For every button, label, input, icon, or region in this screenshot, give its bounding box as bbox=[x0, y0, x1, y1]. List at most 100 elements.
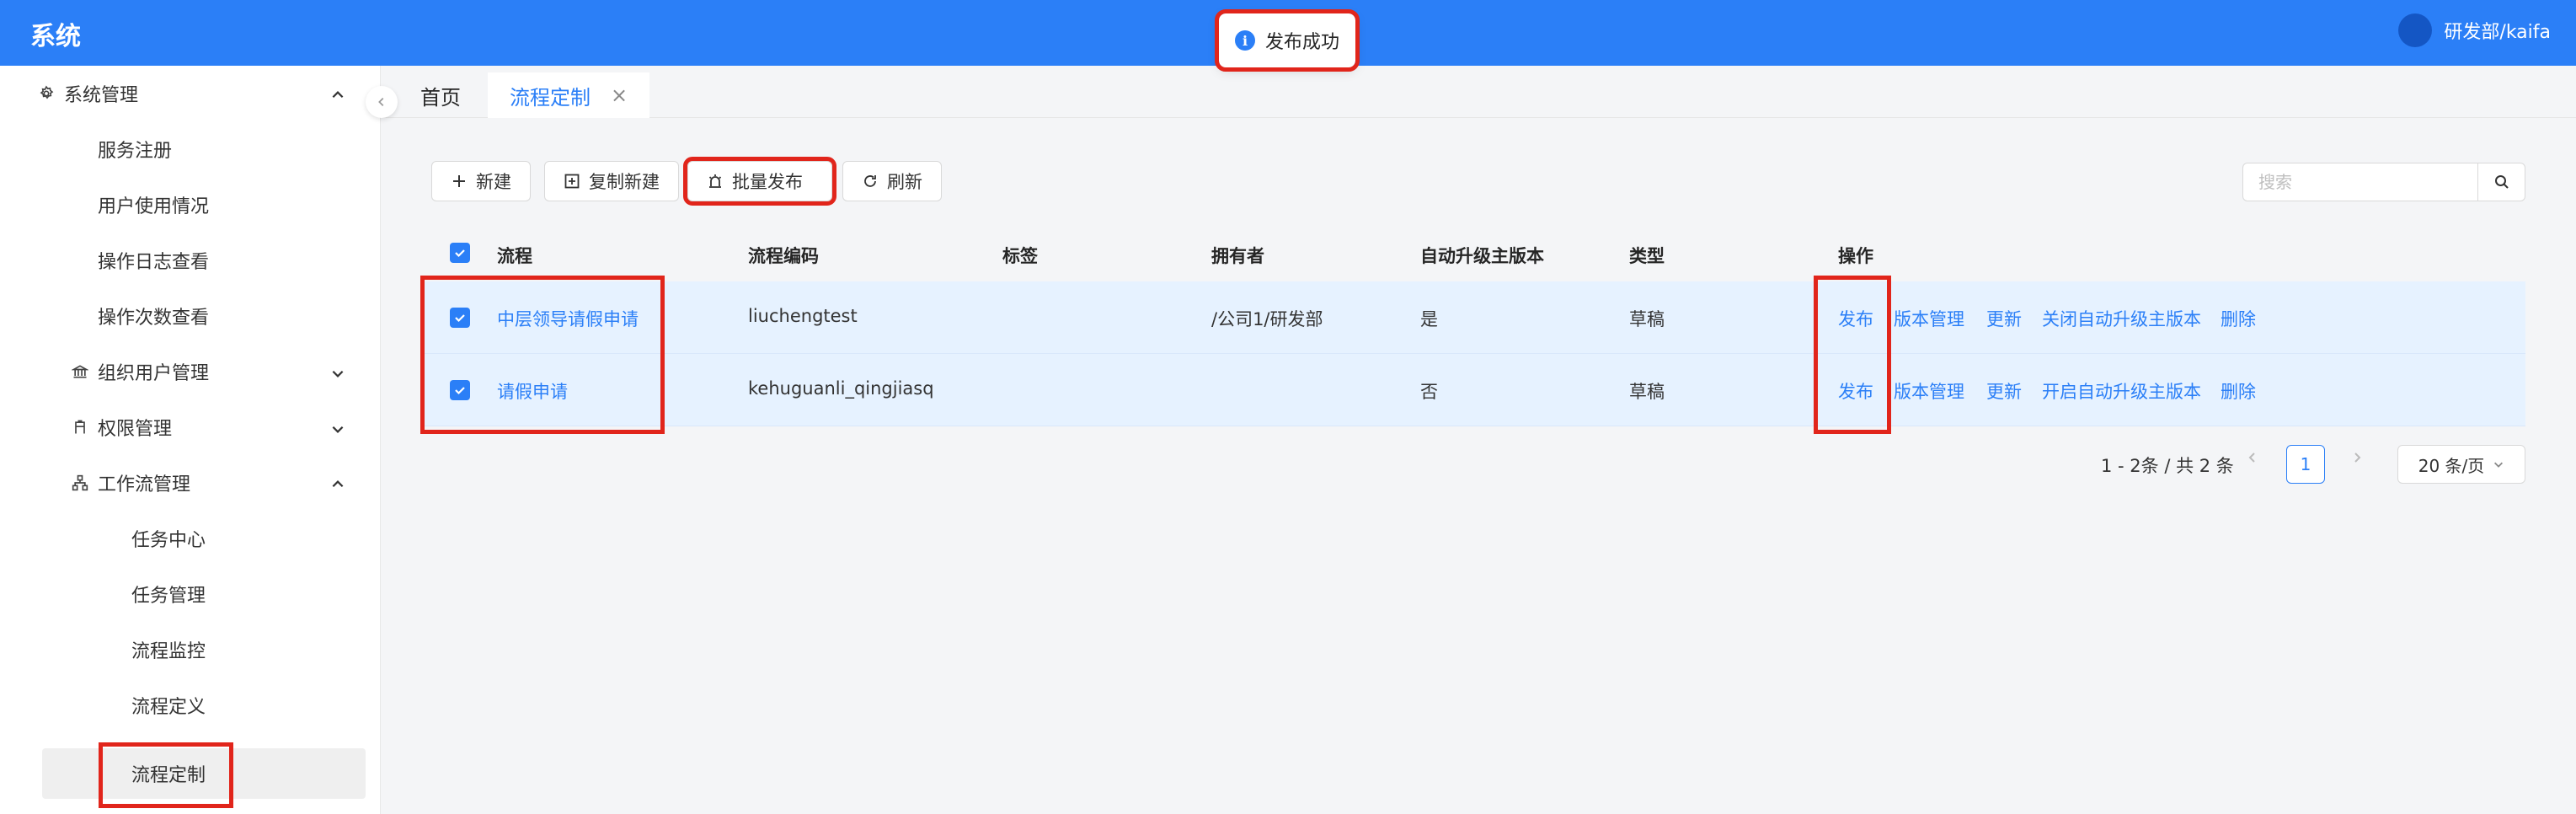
toggle-auto-upgrade-link[interactable]: 关闭自动升级主版本 bbox=[2042, 306, 2201, 331]
version-mgmt-link[interactable]: 版本管理 bbox=[1894, 306, 1964, 331]
page-1-button[interactable]: 1 bbox=[2286, 445, 2325, 484]
sidebar-item-flow-custom[interactable]: 流程定制 bbox=[42, 742, 366, 808]
collapse-sidebar-button[interactable] bbox=[366, 86, 398, 118]
search-box bbox=[2242, 163, 2525, 201]
flow-owner: /公司1/研发部 bbox=[1211, 309, 1323, 329]
col-owner: 拥有者 bbox=[1211, 246, 1264, 266]
next-page-button[interactable] bbox=[2350, 448, 2364, 469]
workflow-icon bbox=[71, 474, 89, 492]
tab-label: 首页 bbox=[420, 85, 461, 110]
table-row[interactable]: 请假申请 kehuguanli_qingjiasq 否 草稿 发布 版本管理 更… bbox=[425, 354, 2525, 426]
sidebar-item-system-mgmt[interactable]: 系统管理 bbox=[0, 66, 381, 121]
flow-type: 草稿 bbox=[1629, 382, 1665, 402]
version-mgmt-link[interactable]: 版本管理 bbox=[1894, 378, 1964, 404]
sidebar-label: 组织用户管理 bbox=[98, 363, 210, 384]
sidebar-item-org-user[interactable]: 组织用户管理 bbox=[0, 344, 381, 399]
sidebar-item-workflow[interactable]: 工作流管理 bbox=[0, 455, 381, 511]
close-icon[interactable]: × bbox=[611, 83, 628, 107]
select-all-checkbox[interactable] bbox=[450, 243, 470, 263]
button-label: 批量发布 bbox=[732, 172, 803, 192]
flow-code: kehuguanli_qingjiasq bbox=[748, 378, 934, 399]
button-label: 新建 bbox=[476, 172, 511, 192]
sidebar-label: 流程监控 bbox=[131, 641, 206, 662]
toast-message: 发布成功 bbox=[1264, 32, 1339, 53]
delete-link[interactable]: 删除 bbox=[2221, 378, 2256, 404]
highlight-box bbox=[1814, 276, 1891, 434]
sidebar-label: 系统管理 bbox=[64, 85, 139, 106]
sidebar-item-flow-monitor[interactable]: 流程监控 bbox=[0, 622, 381, 677]
pagination-summary: 1 - 2条 / 共 2 条 bbox=[2101, 456, 2234, 476]
sidebar-label: 任务中心 bbox=[131, 530, 206, 551]
col-type: 类型 bbox=[1629, 246, 1665, 266]
toggle-auto-upgrade-link[interactable]: 开启自动升级主版本 bbox=[2042, 378, 2201, 404]
info-icon: i bbox=[1234, 30, 1255, 51]
avatar bbox=[2398, 13, 2433, 47]
sidebar-item-perm[interactable]: 权限管理 bbox=[0, 399, 381, 455]
col-auto-upgrade: 自动升级主版本 bbox=[1420, 246, 1544, 266]
page-size-value: 20 条/页 bbox=[2418, 455, 2485, 476]
user-menu[interactable]: 研发部/kaifa bbox=[2398, 13, 2551, 47]
update-link[interactable]: 更新 bbox=[1986, 378, 2022, 404]
sidebar-label: 用户使用情况 bbox=[98, 196, 210, 217]
sidebar-item-flow-def[interactable]: 流程定义 bbox=[0, 677, 381, 733]
update-link[interactable]: 更新 bbox=[1986, 306, 2022, 331]
gear-icon bbox=[37, 84, 56, 103]
sidebar-label: 服务注册 bbox=[98, 141, 173, 162]
sidebar-label: 操作日志查看 bbox=[98, 252, 210, 273]
chevron-right-icon bbox=[2354, 453, 2361, 463]
sidebar-label: 工作流管理 bbox=[98, 474, 191, 495]
col-tag: 标签 bbox=[1002, 246, 1038, 266]
delete-link[interactable]: 删除 bbox=[2221, 306, 2256, 331]
batch-publish-button[interactable]: 批量发布 bbox=[683, 157, 836, 206]
chevron-down-icon bbox=[2494, 462, 2504, 468]
table-header: 流程 流程编码 标签 拥有者 自动升级主版本 类型 操作 bbox=[425, 228, 2525, 281]
highlight-box bbox=[420, 276, 665, 434]
chevron-down-icon bbox=[330, 365, 344, 378]
sidebar-item-op-count[interactable]: 操作次数查看 bbox=[0, 288, 381, 344]
refresh-icon bbox=[864, 175, 876, 187]
flow-type: 草稿 bbox=[1629, 309, 1665, 329]
sidebar-item-user-usage[interactable]: 用户使用情况 bbox=[0, 177, 381, 233]
chevron-left-icon bbox=[2248, 453, 2255, 463]
sidebar-label: 流程定义 bbox=[131, 697, 206, 718]
plus-square-icon bbox=[564, 174, 580, 189]
sidebar-item-service-reg[interactable]: 服务注册 bbox=[0, 121, 381, 177]
col-flow: 流程 bbox=[497, 246, 532, 266]
flow-auto-upgrade: 否 bbox=[1420, 382, 1438, 402]
chevron-up-icon bbox=[330, 476, 344, 490]
tab-bar: 首页 流程定制 × bbox=[382, 66, 2576, 118]
app-title: 系统 bbox=[30, 22, 81, 51]
col-actions: 操作 bbox=[1838, 246, 1873, 266]
sidebar-item-task-center[interactable]: 任务中心 bbox=[0, 511, 381, 566]
prev-page-button[interactable] bbox=[2246, 448, 2259, 469]
tab-home[interactable]: 首页 bbox=[398, 72, 483, 118]
search-input[interactable] bbox=[2243, 163, 2477, 201]
chevron-down-icon bbox=[330, 420, 344, 434]
refresh-button[interactable]: 刷新 bbox=[842, 161, 942, 201]
alarm-icon bbox=[708, 174, 722, 188]
sidebar-item-task-mgmt[interactable]: 任务管理 bbox=[0, 566, 381, 622]
flow-auto-upgrade: 是 bbox=[1420, 309, 1438, 329]
user-name: 研发部/kaifa bbox=[2444, 22, 2551, 43]
new-button[interactable]: 新建 bbox=[431, 161, 531, 201]
bank-icon bbox=[71, 362, 89, 381]
plus-icon bbox=[453, 175, 465, 187]
sidebar-item-op-log[interactable]: 操作日志查看 bbox=[0, 233, 381, 288]
sidebar-label: 任务管理 bbox=[131, 586, 206, 607]
success-toast: i 发布成功 bbox=[1215, 9, 1360, 72]
permission-icon bbox=[71, 418, 89, 436]
table-row[interactable]: 中层领导请假申请 liuchengtest /公司1/研发部 是 草稿 发布 版… bbox=[425, 281, 2525, 354]
sidebar-label: 操作次数查看 bbox=[98, 308, 210, 329]
sidebar-label: 流程定制 bbox=[131, 765, 206, 786]
check-icon bbox=[455, 249, 465, 258]
button-label: 刷新 bbox=[887, 172, 922, 192]
copy-new-button[interactable]: 复制新建 bbox=[544, 161, 679, 201]
button-label: 复制新建 bbox=[589, 172, 660, 192]
chevron-left-icon bbox=[378, 98, 384, 106]
page-size-select[interactable]: 20 条/页 bbox=[2397, 445, 2525, 484]
search-button[interactable] bbox=[2477, 163, 2525, 201]
tab-label: 流程定制 bbox=[510, 85, 591, 110]
col-code: 流程编码 bbox=[748, 246, 819, 266]
tab-flow-custom[interactable]: 流程定制 × bbox=[488, 72, 650, 118]
sidebar-label: 权限管理 bbox=[98, 419, 173, 440]
